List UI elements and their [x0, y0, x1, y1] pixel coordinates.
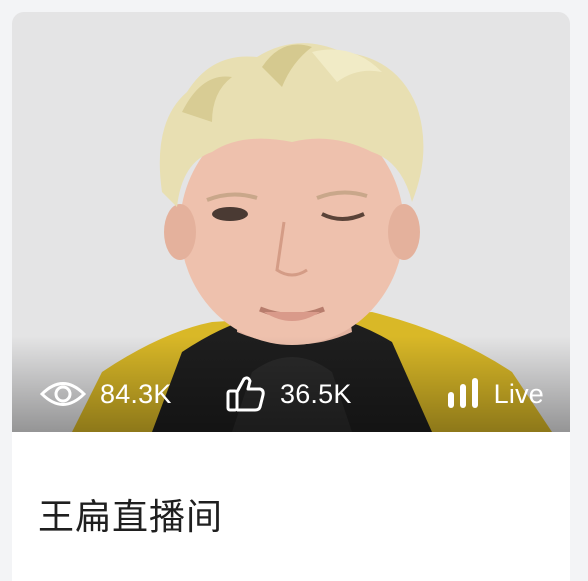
stream-thumbnail[interactable]: 84.3K 36.5K Live [12, 12, 570, 432]
card-footer[interactable]: 王扁直播间 [12, 432, 570, 581]
eye-icon [40, 379, 86, 409]
live-indicator: Live [446, 372, 544, 416]
live-label: Live [493, 378, 544, 409]
stats-bar: 84.3K 36.5K Live [12, 372, 570, 416]
signal-bars-icon [446, 378, 480, 410]
views-stat: 84.3K [40, 372, 172, 416]
views-count: 84.3K [100, 378, 172, 409]
thumbs-up-icon[interactable] [226, 375, 266, 413]
stream-card[interactable]: 84.3K 36.5K Live 王扁直播间 [12, 12, 570, 581]
likes-count: 36.5K [280, 378, 352, 409]
stream-title[interactable]: 王扁直播间 [38, 488, 223, 540]
likes-stat[interactable]: 36.5K [226, 372, 352, 416]
